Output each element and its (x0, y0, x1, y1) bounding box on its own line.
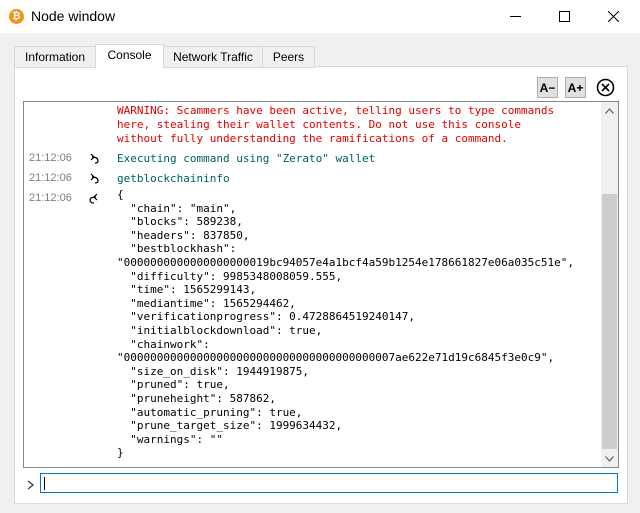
window-title: Node window (31, 8, 116, 24)
font-smaller-button[interactable]: A− (537, 77, 558, 98)
font-larger-button[interactable]: A+ (565, 77, 586, 98)
console-entry: 21:12:06 getblockchaininfo (24, 172, 594, 186)
tab-network-traffic[interactable]: Network Traffic (163, 46, 263, 68)
clear-icon (596, 78, 615, 97)
tab-information[interactable]: Information (14, 46, 96, 68)
chevron-up-icon (605, 107, 614, 114)
close-icon (607, 11, 619, 22)
console-output[interactable]: WARNING: Scammers have been active, tell… (23, 101, 619, 468)
timestamp: 21:12:06 (29, 192, 72, 204)
tab-peers[interactable]: Peers (262, 46, 315, 68)
scroll-up-button[interactable] (601, 102, 618, 119)
console-text: Executing command using "Zerato" wallet (117, 152, 376, 165)
command-arrow-icon (90, 153, 99, 164)
title-bar: ₿ Node window (0, 0, 640, 33)
close-button[interactable] (590, 0, 636, 33)
command-input[interactable] (40, 473, 618, 493)
clear-console-button[interactable] (595, 77, 616, 98)
console-text: getblockchaininfo (117, 172, 230, 185)
command-result: { "chain": "main", "blocks": 589238, "he… (117, 188, 574, 460)
timestamp: 21:12:06 (29, 172, 72, 184)
vertical-scrollbar[interactable] (601, 102, 618, 467)
security-warning: WARNING: Scammers have been active, tell… (117, 104, 555, 145)
scrollbar-thumb[interactable] (602, 194, 617, 449)
console-entry: 21:12:06 Executing command using "Zerato… (24, 152, 594, 166)
timestamp: 21:12:06 (29, 152, 72, 164)
minimize-button[interactable] (492, 0, 538, 33)
command-arrow-icon (90, 173, 99, 184)
maximize-button[interactable] (541, 0, 587, 33)
scroll-down-button[interactable] (601, 450, 618, 467)
maximize-icon (558, 11, 570, 22)
minimize-icon (509, 16, 521, 17)
bitcoin-icon: ₿ (9, 9, 24, 24)
tab-console[interactable]: Console (95, 44, 164, 69)
text-caret (44, 477, 45, 490)
reply-arrow-icon (89, 193, 98, 204)
prompt-chevron-icon (27, 480, 35, 490)
chevron-down-icon (605, 455, 614, 462)
